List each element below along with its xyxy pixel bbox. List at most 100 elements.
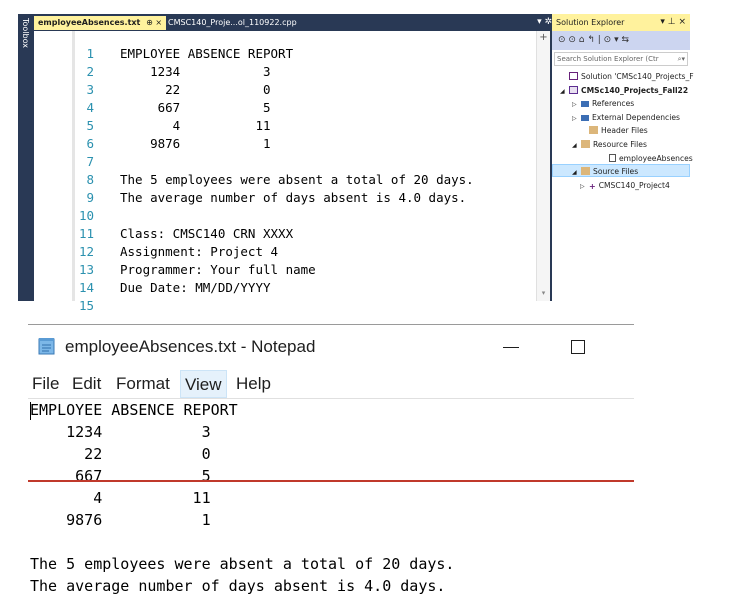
code-line: 667 5 [120, 100, 271, 115]
solution-explorer-panel: Solution Explorer ▾ ⊥ × ⊙ ⊙ ⌂ ↰ | ⊙ ▾ ⇆ … [552, 14, 694, 301]
expand-arrow-icon[interactable]: ▷ [580, 180, 589, 193]
tree-item-label: CMSc140_Projects_Fall22 [581, 85, 689, 95]
code-line: Due Date: MM/DD/YYYY [120, 280, 271, 295]
scroll-down-icon[interactable]: ▾ [537, 289, 550, 301]
tree-item-label: CMSC140_Project4 [598, 180, 670, 190]
expand-arrow-icon[interactable]: ◢ [572, 166, 581, 179]
notepad-text-line: The average number of days absent is 4.0… [30, 577, 446, 595]
line-number: 5 [86, 118, 94, 133]
line-number: 10 [78, 208, 94, 223]
folder-icon [589, 126, 598, 135]
expand-arrow-icon[interactable]: ▷ [572, 112, 581, 125]
vertical-scrollbar[interactable]: + ▾ [536, 31, 550, 301]
toolbox-strip[interactable]: Toolbox [18, 14, 32, 301]
solution-tree-item[interactable]: ▷ + CMSC140_Project4 [580, 179, 670, 193]
tree-item-label: External Dependencies [592, 112, 680, 122]
tree-item-label: Solution 'CMSc140_Projects_F [581, 72, 694, 81]
notepad-top-border [28, 324, 634, 325]
solution-icon [569, 72, 578, 80]
tree-item-label: References [592, 99, 635, 109]
project-icon [569, 85, 578, 94]
code-line: 4 11 [120, 118, 271, 133]
menu-format[interactable]: Format [112, 370, 174, 398]
tree-item-label: Source Files [593, 167, 639, 177]
expand-arrow-icon[interactable]: ▷ [572, 98, 581, 111]
visual-studio-window: Toolbox employeeAbsences.txt ⊕ × CMSC140… [18, 14, 694, 313]
toolbox-label[interactable]: Toolbox [21, 18, 30, 48]
folder-icon [581, 140, 590, 148]
panel-controls-icon[interactable]: ▾ ⊥ × [660, 14, 686, 31]
code-line: The 5 employees were absent a total of 2… [120, 172, 474, 187]
notepad-app-icon [38, 338, 55, 355]
solution-tree-item[interactable]: ▷ References [572, 97, 634, 111]
line-number: 3 [86, 82, 94, 97]
line-number: 4 [86, 100, 94, 115]
minimize-icon[interactable] [503, 347, 519, 348]
notepad-text-line: The 5 employees were absent a total of 2… [30, 555, 455, 573]
line-number: 6 [86, 136, 94, 151]
line-number: 2 [86, 64, 94, 79]
solution-explorer-toolbar[interactable]: ⊙ ⊙ ⌂ ↰ | ⊙ ▾ ⇆ [552, 31, 690, 50]
menu-file[interactable]: File [28, 370, 63, 398]
notepad-text-line: EMPLOYEE ABSENCE REPORT [30, 401, 238, 419]
tab-cpp-source[interactable]: CMSC140_Proje...ol_110922.cpp [164, 16, 301, 30]
notepad-window-title: employeeAbsences.txt - Notepad [65, 337, 316, 356]
notepad-text-line: 4 11 [30, 489, 211, 507]
code-line: EMPLOYEE ABSENCE REPORT [120, 46, 294, 61]
solution-explorer-title: Solution Explorer [556, 18, 625, 27]
red-strike-line [28, 480, 634, 482]
notepad-text-line: 1234 3 [30, 423, 211, 441]
solution-tree-item[interactable]: ▷ External Dependencies [572, 111, 680, 125]
solution-tree-item[interactable]: employeeAbsences [600, 152, 693, 165]
expand-arrow-icon[interactable]: ◢ [572, 139, 581, 152]
code-line: 22 0 [120, 82, 271, 97]
notepad-text-line: 22 0 [30, 445, 211, 463]
code-line: Assignment: Project 4 [120, 244, 279, 259]
line-number: 9 [86, 190, 94, 205]
line-number: 13 [78, 262, 94, 277]
menu-edit[interactable]: Edit [68, 370, 105, 398]
solution-tree-item[interactable]: Solution 'CMSc140_Projects_F [560, 70, 694, 83]
folder-icon [581, 167, 590, 176]
solution-tree-item[interactable]: ◢ Resource Files [572, 138, 647, 152]
solution-tree-item[interactable]: ◢ Source Files [572, 165, 638, 179]
scroll-expand-icon[interactable]: + [537, 31, 550, 45]
external-deps-icon [581, 114, 589, 121]
line-number: 7 [86, 154, 94, 169]
line-number: 15 [78, 298, 94, 313]
tab-dropdown-icon[interactable]: ▾ ✲ [537, 17, 552, 27]
expand-arrow-icon[interactable]: ◢ [560, 85, 569, 98]
line-number: 14 [78, 280, 94, 295]
line-number: 8 [86, 172, 94, 187]
code-line: The average number of days absent is 4.0… [120, 190, 467, 205]
search-placeholder: Search Solution Explorer (Ctr [557, 55, 659, 63]
tree-item-label: Header Files [601, 126, 648, 136]
notepad-text-line: 9876 1 [30, 511, 211, 529]
code-line: 9876 1 [120, 136, 271, 151]
maximize-icon[interactable] [571, 340, 585, 354]
solution-tree-item[interactable]: ◢ CMSc140_Projects_Fall22 [560, 84, 688, 98]
solution-tree-item[interactable]: Header Files [580, 124, 648, 137]
text-file-icon [609, 153, 616, 162]
line-number: 1 [86, 46, 94, 61]
menu-view[interactable]: View [180, 370, 227, 398]
search-icon[interactable]: ⌕▾ [678, 53, 685, 65]
line-number: 11 [78, 226, 94, 241]
code-line: 1234 3 [120, 64, 271, 79]
notepad-text-line: 667 5 [30, 467, 211, 485]
menu-help[interactable]: Help [232, 370, 275, 398]
tab-label: employeeAbsences.txt [38, 18, 141, 27]
code-line: Programmer: Your full name [120, 262, 316, 277]
code-line: Class: CMSC140 CRN XXXX [120, 226, 294, 241]
code-editor[interactable]: 1 2 3 4 5 6 7 8 9 10 11 12 13 14 15 EMPLOYEE ABSENCE R… [34, 31, 550, 313]
tree-item-label: Resource Files [593, 140, 647, 149]
tab-employee-absences-txt[interactable]: employeeAbsences.txt ⊕ × [34, 16, 167, 30]
solution-explorer-title-bar: Solution Explorer ▾ ⊥ × [552, 14, 690, 31]
line-number: 12 [78, 244, 94, 259]
editor-tab-bar: employeeAbsences.txt ⊕ × CMSC140_Proje..… [32, 14, 552, 31]
solution-explorer-search-input[interactable]: Search Solution Explorer (Ctr ⌕▾ [554, 52, 688, 66]
tree-item-label: employeeAbsences [619, 153, 693, 163]
pin-close-icon[interactable]: ⊕ × [146, 18, 162, 27]
text-caret [30, 402, 31, 420]
cpp-file-icon: + [589, 181, 596, 191]
